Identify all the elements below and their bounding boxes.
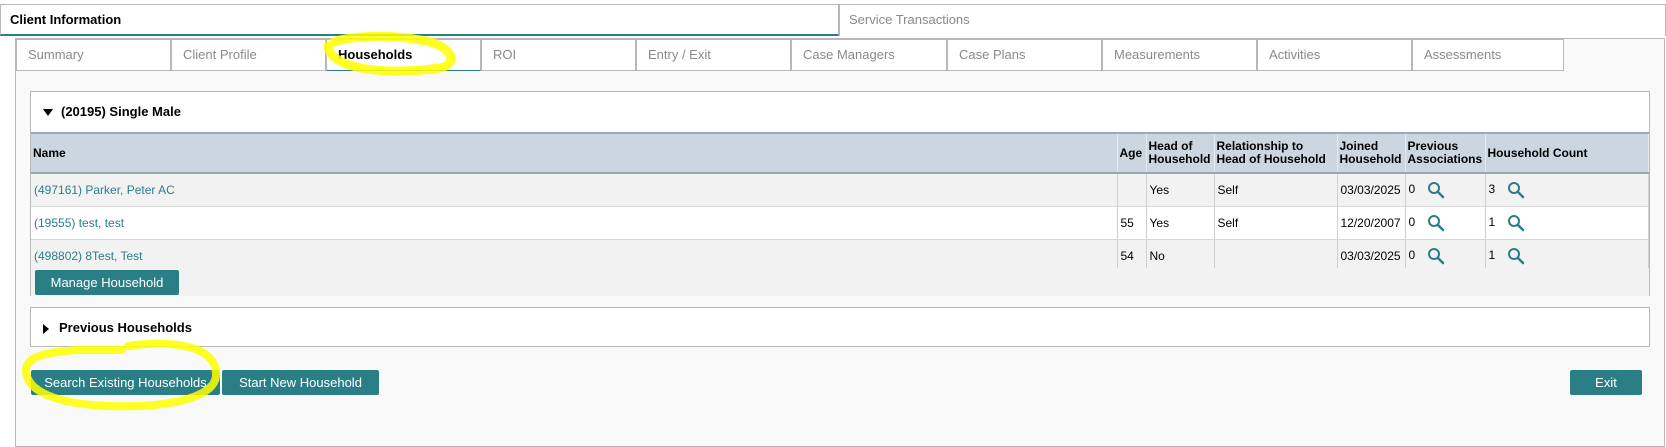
column-header-age: Age (1117, 132, 1147, 174)
member-name-cell: (19555) test, test (31, 206, 1118, 240)
relationship-cell: Self (1214, 173, 1338, 207)
search-icon[interactable] (1427, 214, 1445, 232)
previous-associations-value: 0 (1408, 215, 1416, 230)
search-icon[interactable] (1507, 181, 1525, 199)
column-header-head-of-household: Head of Household (1146, 132, 1215, 174)
column-header-previous-associations: Previous Associations (1405, 132, 1486, 174)
tab-activities[interactable]: Activities (1257, 39, 1412, 71)
joined-household-cell: 03/03/2025 (1337, 173, 1406, 207)
start-new-household-button[interactable]: Start New Household (222, 370, 379, 395)
head-of-household-cell: Yes (1146, 206, 1215, 240)
relationship-cell: Self (1214, 206, 1338, 240)
tab-roi[interactable]: ROI (481, 39, 636, 71)
household-title: (20195) Single Male (61, 104, 181, 119)
column-header-household-count: Household Count (1485, 132, 1649, 174)
sub-tab-bar: Summary Client Profile Households ROI En… (16, 39, 1664, 71)
tab-case-managers[interactable]: Case Managers (791, 39, 947, 71)
tab-entry-exit[interactable]: Entry / Exit (636, 39, 791, 71)
tab-case-plans[interactable]: Case Plans (947, 39, 1102, 71)
client-link[interactable]: (497161) Parker, Peter AC (34, 183, 175, 197)
tab-measurements[interactable]: Measurements (1102, 39, 1257, 71)
tab-client-profile[interactable]: Client Profile (171, 39, 326, 71)
age-cell (1117, 173, 1147, 207)
tab-summary[interactable]: Summary (16, 39, 171, 71)
household-count-cell: 1 (1485, 206, 1649, 240)
household-members-table: Name Age Head of Household Relationship … (31, 132, 1649, 273)
previous-households-title: Previous Households (59, 320, 192, 335)
search-icon[interactable] (1507, 247, 1525, 265)
client-link[interactable]: (498802) 8Test, Test (34, 249, 143, 263)
column-header-relationship: Relationship to Head of Household (1214, 132, 1338, 174)
client-information-panel: Summary Client Profile Households ROI En… (15, 38, 1665, 447)
previous-households-section: Previous Households (30, 307, 1650, 347)
table-row: (19555) test, test 55 Yes Self 12/20/200… (31, 206, 1649, 240)
household-section-header[interactable]: (20195) Single Male (31, 92, 1649, 132)
tab-assessments[interactable]: Assessments (1412, 39, 1564, 71)
household-count-value: 3 (1488, 182, 1496, 197)
column-header-name: Name (31, 132, 1118, 174)
previous-associations-cell: 0 (1405, 173, 1486, 207)
search-icon[interactable] (1427, 247, 1445, 265)
caret-down-icon (43, 109, 53, 117)
client-link[interactable]: (19555) test, test (34, 216, 124, 230)
manage-household-bar (31, 268, 1649, 296)
joined-household-cell: 12/20/2007 (1337, 206, 1406, 240)
household-count-value: 1 (1488, 248, 1496, 263)
previous-associations-cell: 0 (1405, 206, 1486, 240)
head-of-household-cell: Yes (1146, 173, 1215, 207)
main-tab-bar: Client Information Service Transactions (0, 4, 1666, 38)
column-header-joined-household: Joined Household (1337, 132, 1406, 174)
member-name-cell: (497161) Parker, Peter AC (31, 173, 1118, 207)
previous-associations-value: 0 (1408, 248, 1416, 263)
household-section: (20195) Single Male Name Age Head of Hou… (30, 91, 1650, 296)
tab-client-information[interactable]: Client Information (0, 4, 839, 36)
previous-households-header[interactable]: Previous Households (31, 308, 1649, 348)
exit-button[interactable]: Exit (1570, 370, 1642, 395)
household-count-cell: 3 (1485, 173, 1649, 207)
table-header-row: Name Age Head of Household Relationship … (31, 132, 1649, 174)
tab-households[interactable]: Households (326, 39, 481, 71)
search-icon[interactable] (1507, 214, 1525, 232)
age-cell: 55 (1117, 206, 1147, 240)
manage-household-button[interactable]: Manage Household (35, 270, 179, 295)
table-row: (497161) Parker, Peter AC Yes Self 03/03… (31, 173, 1649, 207)
household-count-value: 1 (1488, 215, 1496, 230)
search-icon[interactable] (1427, 181, 1445, 199)
search-existing-households-button[interactable]: Search Existing Households (31, 370, 220, 395)
tab-service-transactions[interactable]: Service Transactions (839, 4, 1666, 36)
previous-associations-value: 0 (1408, 182, 1416, 197)
caret-right-icon (43, 323, 49, 334)
